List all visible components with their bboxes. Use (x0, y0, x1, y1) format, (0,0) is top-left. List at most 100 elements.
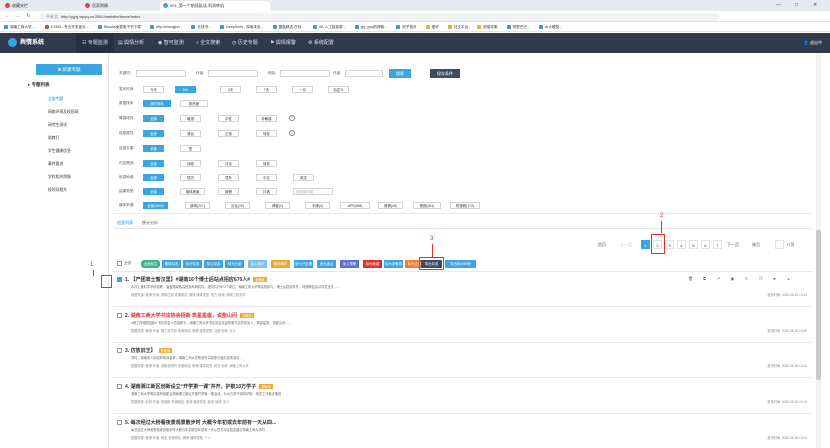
article-title[interactable]: 1. 【产团准士暂汉里】#湖南16个博士后站点招应670人# 非敏感 (125, 276, 267, 283)
nav-analysis[interactable]: ▤ 舆情分析 (118, 33, 144, 53)
nav-history[interactable]: ◷ 历史专题 (232, 33, 258, 53)
toolbar-button[interactable]: 标为非敏感 (384, 260, 403, 268)
article-title[interactable]: 2. 湖南工商大学书法协会招新 筑星星座，说能山问 非敏感 (125, 312, 254, 319)
sidebar-item[interactable]: 学校相关舆情 (48, 175, 71, 180)
bookmark[interactable]: CSDN - 专业开发者社... (44, 22, 89, 31)
bookmark[interactable]: 财富收集 (477, 22, 498, 31)
pager-next[interactable]: 下一页 (727, 240, 739, 249)
source-option[interactable]: 新闻(207) (185, 202, 210, 209)
toolbar-button[interactable]: 标记勾选 (183, 260, 202, 268)
pager-first[interactable]: 首页 (598, 240, 606, 249)
scrollbar-thumb[interactable] (816, 230, 821, 380)
article-title[interactable]: 4. 湖南湘江新区创新设立“开学第一课”并开，护航10万学子 非敏感 (125, 383, 273, 390)
page-4[interactable]: 4 (677, 240, 686, 249)
bookmark[interactable]: lIK·人工智能数... (313, 22, 346, 31)
minimize-icon[interactable]: — (776, 2, 781, 8)
edit-icon[interactable]: ✎ (744, 276, 749, 281)
time-option[interactable]: 自定义 (328, 86, 349, 93)
match-option[interactable]: 原创 (180, 130, 201, 137)
sidebar-item[interactable]: 学生健康信息 (48, 149, 71, 154)
sort-option[interactable]: 按热度 (180, 100, 208, 107)
content-option[interactable]: 转发 (256, 160, 277, 167)
toolbar-button[interactable]: 标为已读 (225, 260, 244, 268)
bookmark[interactable]: http://zhongjun... (149, 22, 182, 31)
article-checkbox[interactable] (117, 348, 122, 353)
author2-input[interactable] (345, 70, 383, 77)
close-icon[interactable]: ✕ (813, 2, 817, 8)
sidebar-item[interactable]: 校领导相关 (48, 188, 67, 193)
sidebar-item[interactable]: 研究生测试 (48, 123, 67, 128)
dedup-option[interactable]: 是 (180, 145, 201, 152)
browser-tab-active[interactable]: 001_第一个航班延误,利润转机 (160, 1, 270, 11)
image-icon[interactable]: ▣ (730, 276, 735, 281)
region-option[interactable]: 境内 (180, 174, 201, 181)
source-option[interactable]: 平媒(4) (305, 202, 330, 209)
media-option[interactable]: 抖音 (256, 188, 277, 195)
source-option[interactable]: APP(685) (340, 202, 370, 209)
help-icon[interactable]: ? (289, 130, 295, 136)
author-input[interactable] (208, 70, 258, 77)
sidebar-item-all[interactable]: 全部专题 (48, 97, 63, 102)
select-all-checkbox[interactable] (117, 261, 122, 266)
match-option[interactable]: 正常 (218, 130, 239, 137)
star-icon[interactable]: ★ (772, 276, 777, 281)
time-option[interactable]: 7天 (256, 86, 277, 93)
content-option[interactable]: 涉政 (180, 160, 201, 167)
bookmark[interactable]: yjq_yyzj的博客... (354, 22, 387, 31)
article-title[interactable]: 3. 仿放旧王】 非敏感 (125, 347, 173, 354)
toolbar-button[interactable]: 加入素材 (248, 260, 267, 268)
media-option[interactable]: 媒体报道 (180, 188, 205, 195)
delete-icon[interactable]: 🗑 (688, 276, 693, 281)
nav-topic-monitor[interactable]: ☷ 专题监测 (76, 33, 114, 53)
region-option[interactable]: 全部 (143, 174, 164, 181)
page-3[interactable]: 3 (665, 240, 674, 249)
toolbar-button[interactable]: 全选标注 (141, 260, 160, 268)
emotion-option[interactable]: 中性 (218, 115, 239, 122)
nav-monitor[interactable]: ◉ 智可监测 (158, 33, 184, 53)
toolbar-button[interactable]: 加入预警 (340, 260, 359, 268)
region-select[interactable]: 请选择地域 (293, 188, 333, 195)
match-option[interactable]: 转发 (256, 130, 277, 137)
page-5[interactable]: 5 (689, 240, 698, 249)
warning-icon[interactable]: ▲ (786, 276, 791, 281)
user-menu[interactable]: 👤 退出中 (804, 33, 822, 53)
tab-statistics[interactable]: 统计分析 (142, 220, 158, 226)
clone-icon[interactable]: ❐ (758, 276, 763, 281)
bookmark[interactable]: 雷盘精选-在线... (272, 22, 304, 31)
emotion-option[interactable]: 全部 (143, 115, 164, 122)
bookmark[interactable]: AI大模型... (538, 22, 562, 31)
back-icon[interactable]: ← (4, 13, 11, 20)
pager-prev[interactable]: 上一页 (620, 240, 632, 249)
bookmark[interactable]: 社交平台 (447, 22, 468, 31)
browser-tab[interactable]: 收藏夹栏 (2, 1, 62, 11)
url-bar[interactable]: 不安全 http://yjyq.vipyq.cn:2561/website/hom… (40, 13, 720, 21)
sort-option[interactable]: 按时间序 (143, 100, 171, 107)
sidebar-item[interactable]: 助教打 (48, 136, 59, 141)
help-icon[interactable]: ? (289, 115, 295, 121)
page-1[interactable]: 1 (641, 240, 650, 249)
emotion-option[interactable]: 敏感 (180, 115, 201, 122)
time-option[interactable]: 24h (175, 86, 196, 93)
browser-tab[interactable]: 岳家舆情 (82, 1, 142, 11)
source-option[interactable]: 视频(281) (413, 202, 441, 209)
media-option[interactable]: 全部 (143, 188, 164, 195)
region-option[interactable]: 英文 (293, 174, 314, 181)
nav-fulltext-search[interactable]: ⌕ 全文搜索 (196, 33, 220, 53)
keyword-input[interactable] (136, 70, 186, 77)
share-icon[interactable]: ↗ (716, 276, 721, 281)
save-condition-button[interactable]: 保存条件 (430, 69, 460, 78)
sidebar-section-title[interactable]: ▸ 专题列表 (28, 82, 50, 88)
search-button[interactable]: 搜索 (389, 69, 411, 78)
sidebar-item[interactable]: 事件跟进 (48, 162, 63, 167)
content-option[interactable]: 评论 (218, 160, 239, 167)
bookmark[interactable]: Ebooks免费电子书下载 (97, 22, 141, 31)
time-option[interactable]: 3天 (220, 86, 241, 93)
content-option[interactable]: 全部 (143, 160, 164, 167)
toolbar-button[interactable]: 设为重点 (317, 260, 336, 268)
pager-last[interactable]: 尾页 (752, 240, 760, 249)
bookmark[interactable]: 爱好 (425, 22, 439, 31)
page-jump-input[interactable] (775, 240, 784, 249)
new-topic-button[interactable]: ⊞ 新建专题 (36, 64, 102, 75)
toolbar-button[interactable]: 标注勾选 (204, 260, 223, 268)
toolbar-button[interactable]: 设为已处理 (294, 260, 313, 268)
